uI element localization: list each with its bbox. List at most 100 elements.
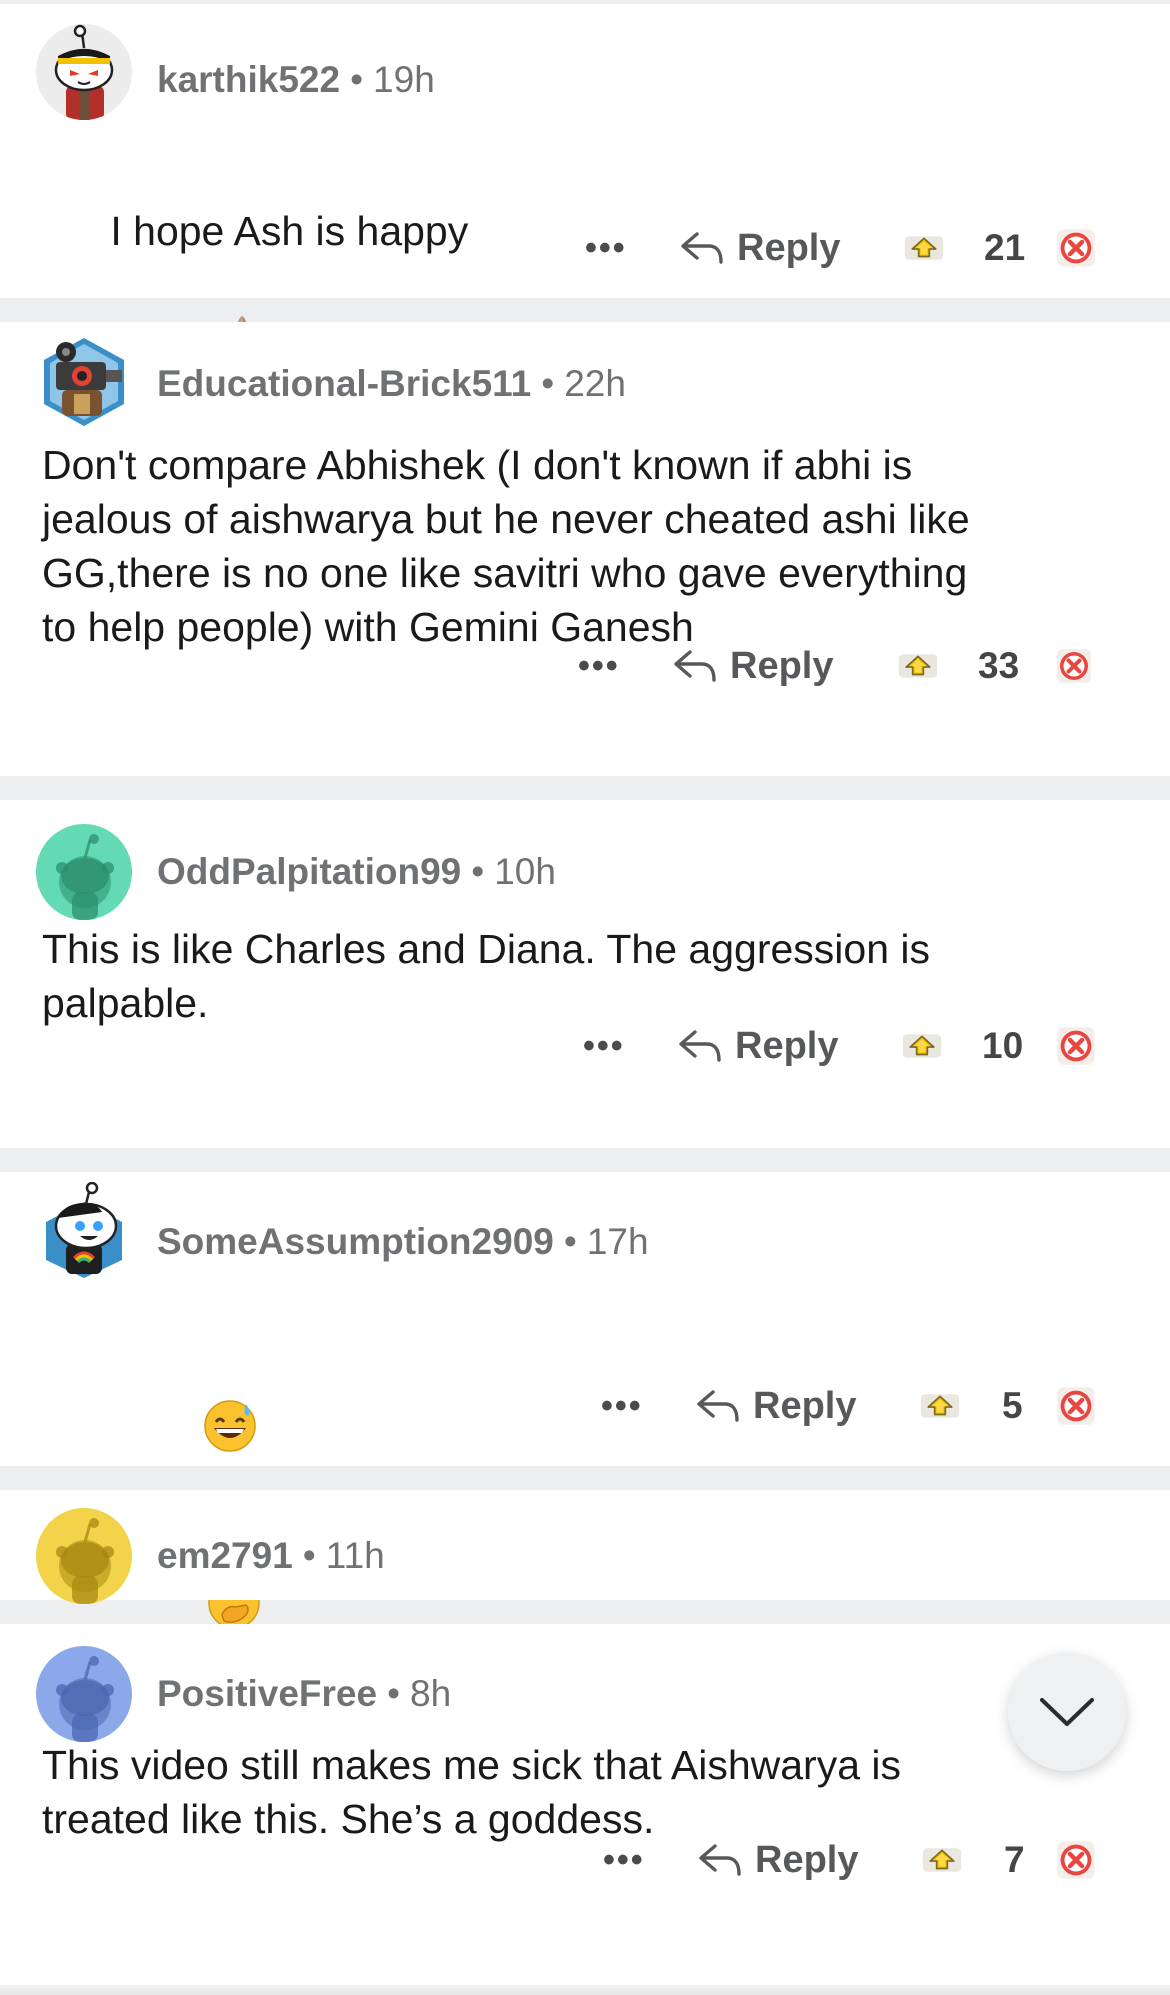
separator-dot: • bbox=[563, 1221, 577, 1262]
chevron-down-icon bbox=[1040, 1698, 1094, 1726]
comment-body: This is like Charles and Diana. The aggr… bbox=[42, 926, 931, 1026]
reply-label: Reply bbox=[737, 226, 841, 269]
avatar[interactable] bbox=[36, 824, 132, 920]
reply-icon bbox=[679, 228, 725, 268]
upvote-button[interactable] bbox=[902, 218, 946, 278]
comment-meta: em2791 • 11h bbox=[157, 1534, 385, 1578]
downvote-icon bbox=[1054, 646, 1094, 686]
downvote-button[interactable] bbox=[1054, 636, 1094, 696]
upvote-button[interactable] bbox=[900, 1016, 944, 1076]
downvote-icon bbox=[1054, 1024, 1098, 1068]
separator-dot: • bbox=[541, 363, 555, 404]
author-name[interactable]: SomeAssumption2909 bbox=[157, 1221, 554, 1262]
downvote-icon bbox=[1054, 226, 1098, 270]
downvote-icon bbox=[1054, 1838, 1098, 1882]
vote-score: 5 bbox=[1002, 1385, 1023, 1426]
separator-dot: • bbox=[302, 1535, 316, 1576]
comment-divider bbox=[0, 1148, 1170, 1172]
downvote-button[interactable] bbox=[1054, 218, 1098, 278]
downvote-button[interactable] bbox=[1054, 1830, 1098, 1890]
comment-meta: PositiveFree • 8h bbox=[157, 1672, 451, 1716]
timestamp: 22h bbox=[564, 363, 626, 404]
comment-actions: ••• Reply 21 bbox=[0, 218, 1170, 278]
upvote-button[interactable] bbox=[920, 1830, 964, 1890]
comment-feed: karthik522 • 19h I hope Ash is happy ••• R… bbox=[0, 0, 1170, 1924]
comment-actions: ••• Reply 7 bbox=[0, 1830, 1170, 1890]
snoo-avatar-default-yellow-icon bbox=[36, 1508, 132, 1604]
reply-button[interactable]: Reply bbox=[695, 1376, 856, 1436]
snoo-avatar-rainbow-shirt-icon bbox=[46, 1182, 122, 1278]
upvote-icon bbox=[896, 650, 940, 682]
reply-label: Reply bbox=[753, 1384, 857, 1427]
comment-actions: ••• Reply 10 bbox=[0, 1016, 1170, 1076]
timestamp: 19h bbox=[373, 59, 435, 100]
comment-actions: ••• Reply 5 bbox=[0, 1376, 1170, 1436]
separator-dot: • bbox=[350, 59, 364, 100]
more-options-button[interactable]: ••• bbox=[578, 636, 620, 696]
comment: karthik522 • 19h I hope Ash is happy ••• R… bbox=[0, 4, 1170, 366]
comment-meta: karthik522 • 19h bbox=[157, 58, 435, 102]
downvote-icon bbox=[1054, 1384, 1098, 1428]
downvote-button[interactable] bbox=[1054, 1376, 1098, 1436]
upvote-button[interactable] bbox=[896, 636, 940, 696]
bottom-edge bbox=[0, 1985, 1170, 1995]
more-options-button[interactable]: ••• bbox=[603, 1830, 645, 1890]
reply-icon bbox=[672, 646, 718, 686]
more-options-button[interactable]: ••• bbox=[583, 1016, 625, 1076]
upvote-icon bbox=[918, 1390, 962, 1422]
more-options-button[interactable]: ••• bbox=[585, 218, 627, 278]
comment-meta: Educational-Brick511 • 22h bbox=[157, 362, 626, 406]
reply-icon bbox=[677, 1026, 723, 1066]
scroll-down-button[interactable] bbox=[1008, 1653, 1126, 1771]
timestamp: 11h bbox=[325, 1535, 385, 1576]
upvote-icon bbox=[900, 1030, 944, 1062]
reply-icon bbox=[695, 1386, 741, 1426]
author-name[interactable]: karthik522 bbox=[157, 59, 340, 100]
vote-score: 33 bbox=[978, 645, 1020, 686]
timestamp: 8h bbox=[410, 1673, 452, 1714]
comment-actions: ••• Reply 33 bbox=[0, 636, 1170, 696]
avatar[interactable] bbox=[36, 1508, 132, 1604]
timestamp: 17h bbox=[586, 1221, 649, 1262]
upvote-icon bbox=[902, 232, 946, 264]
comment: PositiveFree • 8h This video still makes m… bbox=[0, 1624, 1170, 1924]
comment-meta: OddPalpitation99 • 10h bbox=[157, 850, 556, 894]
reply-button[interactable]: Reply bbox=[697, 1830, 858, 1890]
snoo-avatar-default-blue-icon bbox=[36, 1646, 132, 1742]
upvote-button[interactable] bbox=[918, 1376, 962, 1436]
reply-button[interactable]: Reply bbox=[672, 636, 833, 696]
downvote-button[interactable] bbox=[1054, 1016, 1098, 1076]
vote-score: 10 bbox=[982, 1025, 1024, 1066]
comment: OddPalpitation99 • 10h This is like Charle… bbox=[0, 800, 1170, 1148]
reply-icon bbox=[697, 1840, 743, 1880]
comment-collapsed[interactable]: em2791 • 11h bbox=[0, 1490, 1170, 1604]
author-name[interactable]: OddPalpitation99 bbox=[157, 851, 461, 892]
separator-dot: • bbox=[471, 851, 485, 892]
separator-dot: • bbox=[387, 1673, 401, 1714]
comment: Educational-Brick511 • 22h Don't compare A… bbox=[0, 322, 1170, 776]
reply-button[interactable]: Reply bbox=[679, 218, 840, 278]
more-options-button[interactable]: ••• bbox=[601, 1376, 643, 1436]
comment: SomeAssumption2909 • 17h ••• Reply 5 bbox=[0, 1172, 1170, 1806]
reply-label: Reply bbox=[735, 1024, 839, 1067]
reply-label: Reply bbox=[755, 1838, 859, 1881]
avatar[interactable] bbox=[36, 1646, 132, 1742]
upvote-icon bbox=[920, 1844, 964, 1876]
author-name[interactable]: em2791 bbox=[157, 1535, 293, 1576]
reply-button[interactable]: Reply bbox=[677, 1016, 838, 1076]
author-name[interactable]: PositiveFree bbox=[157, 1673, 377, 1714]
avatar[interactable] bbox=[36, 1182, 132, 1278]
avatar[interactable] bbox=[36, 24, 132, 120]
reply-label: Reply bbox=[730, 644, 834, 687]
avatar[interactable] bbox=[36, 334, 132, 430]
comment-divider bbox=[0, 776, 1170, 800]
vote-score: 21 bbox=[984, 227, 1026, 268]
snoo-avatar-red-headband-icon bbox=[36, 24, 132, 120]
vote-score: 7 bbox=[1004, 1839, 1025, 1880]
comment-body: Don't compare Abhishek (I don't known if… bbox=[42, 442, 970, 650]
timestamp: 10h bbox=[494, 851, 556, 892]
author-name[interactable]: Educational-Brick511 bbox=[157, 363, 531, 404]
snoo-avatar-movie-camera-icon bbox=[44, 338, 124, 426]
snoo-avatar-default-mint-icon bbox=[36, 824, 132, 920]
comment-meta: SomeAssumption2909 • 17h bbox=[157, 1220, 649, 1264]
